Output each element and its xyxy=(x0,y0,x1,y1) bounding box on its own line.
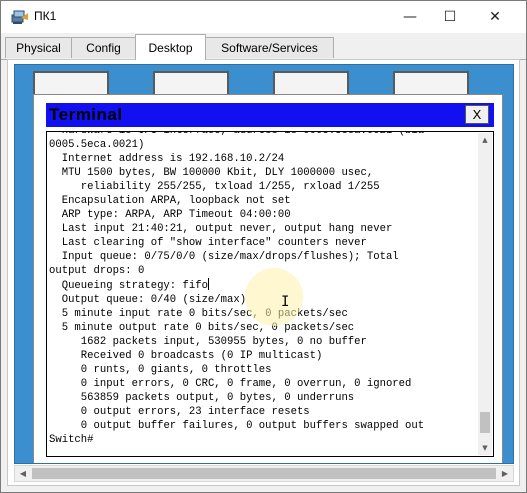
pc-window: ПК1 — ☐ ✕ Physical Config Desktop Softwa… xyxy=(0,0,527,493)
scrollbar-thumb[interactable] xyxy=(32,468,496,479)
tab-software-services[interactable]: Software/Services xyxy=(205,37,334,58)
terminal-vertical-scrollbar[interactable]: ▲ ▼ xyxy=(478,133,492,455)
terminal-line: Hardware is CPU interface, address is 00… xyxy=(49,131,425,137)
tab-config[interactable]: Config xyxy=(71,37,136,58)
scroll-down-icon[interactable]: ▼ xyxy=(478,441,492,455)
window-title: ПК1 xyxy=(34,9,57,23)
terminal-line: 563859 packets output, 0 bytes, 0 underr… xyxy=(49,392,355,404)
desktop-panel: Terminal X Hardware is CPU interface, ad… xyxy=(7,59,520,486)
terminal-line: 5 minute input rate 0 bits/sec, 0 packet… xyxy=(49,308,348,320)
terminal-line: Input queue: 0/75/0/0 (size/max/drops/fl… xyxy=(49,251,399,263)
terminal-line: 1682 packets input, 530955 bytes, 0 no b… xyxy=(49,336,367,348)
terminal-output[interactable]: Hardware is CPU interface, address is 00… xyxy=(46,131,494,457)
scroll-up-icon[interactable]: ▲ xyxy=(478,133,492,147)
terminal-line: 0005.5eca.0021) xyxy=(49,139,145,151)
packet-tracer-pc-icon xyxy=(11,10,28,24)
tab-bar: Physical Config Desktop Software/Service… xyxy=(1,33,526,60)
terminal-line: Received 0 broadcasts (0 IP multicast) xyxy=(49,350,323,362)
terminal-line: reliability 255/255, txload 1/255, rxloa… xyxy=(49,181,380,193)
terminal-line: Switch# xyxy=(49,434,94,446)
desktop-horizontal-scrollbar[interactable]: ◀ ▶ xyxy=(14,465,514,482)
terminal-line: Output queue: 0/40 (size/max) xyxy=(49,294,247,306)
text-caret xyxy=(207,278,209,290)
terminal-line: Last input 21:40:21, output never, outpu… xyxy=(49,223,393,235)
terminal-line: ARP type: ARPA, ARP Timeout 04:00:00 xyxy=(49,209,291,221)
terminal-close-button[interactable]: X xyxy=(465,105,489,124)
terminal-line: 0 output buffer failures, 0 output buffe… xyxy=(49,420,425,432)
terminal-window: Terminal X Hardware is CPU interface, ad… xyxy=(33,94,503,463)
tab-desktop[interactable]: Desktop xyxy=(135,34,206,60)
close-button[interactable]: ✕ xyxy=(472,1,518,33)
tab-physical[interactable]: Physical xyxy=(5,37,72,58)
terminal-line: MTU 1500 bytes, BW 100000 Kbit, DLY 1000… xyxy=(49,167,374,179)
desktop-area: Terminal X Hardware is CPU interface, ad… xyxy=(14,64,514,464)
terminal-line: Encapsulation ARPA, loopback not set xyxy=(49,195,291,207)
window-titlebar[interactable]: ПК1 — ☐ ✕ xyxy=(1,1,526,33)
terminal-line: 0 input errors, 0 CRC, 0 frame, 0 overru… xyxy=(49,378,412,390)
terminal-line: output drops: 0 xyxy=(49,265,145,277)
terminal-line: 0 output errors, 23 interface resets xyxy=(49,406,310,418)
maximize-button[interactable]: ☐ xyxy=(427,1,473,33)
terminal-text[interactable]: Hardware is CPU interface, address is 00… xyxy=(49,131,475,447)
terminal-line: Queueing strategy: fifo xyxy=(49,278,209,292)
terminal-titlebar[interactable]: Terminal X xyxy=(46,103,494,127)
scroll-right-icon[interactable]: ▶ xyxy=(497,466,513,481)
scrollbar-thumb[interactable] xyxy=(480,412,490,433)
terminal-line: Last clearing of "show interface" counte… xyxy=(49,237,367,249)
scroll-left-icon[interactable]: ◀ xyxy=(15,466,31,481)
terminal-title: Terminal xyxy=(49,105,123,124)
terminal-line: Internet address is 192.168.10.2/24 xyxy=(49,153,285,165)
terminal-line: 0 runts, 0 giants, 0 throttles xyxy=(49,364,272,376)
text-cursor-icon: I xyxy=(281,294,290,310)
terminal-line: 5 minute output rate 0 bits/sec, 0 packe… xyxy=(49,322,355,334)
